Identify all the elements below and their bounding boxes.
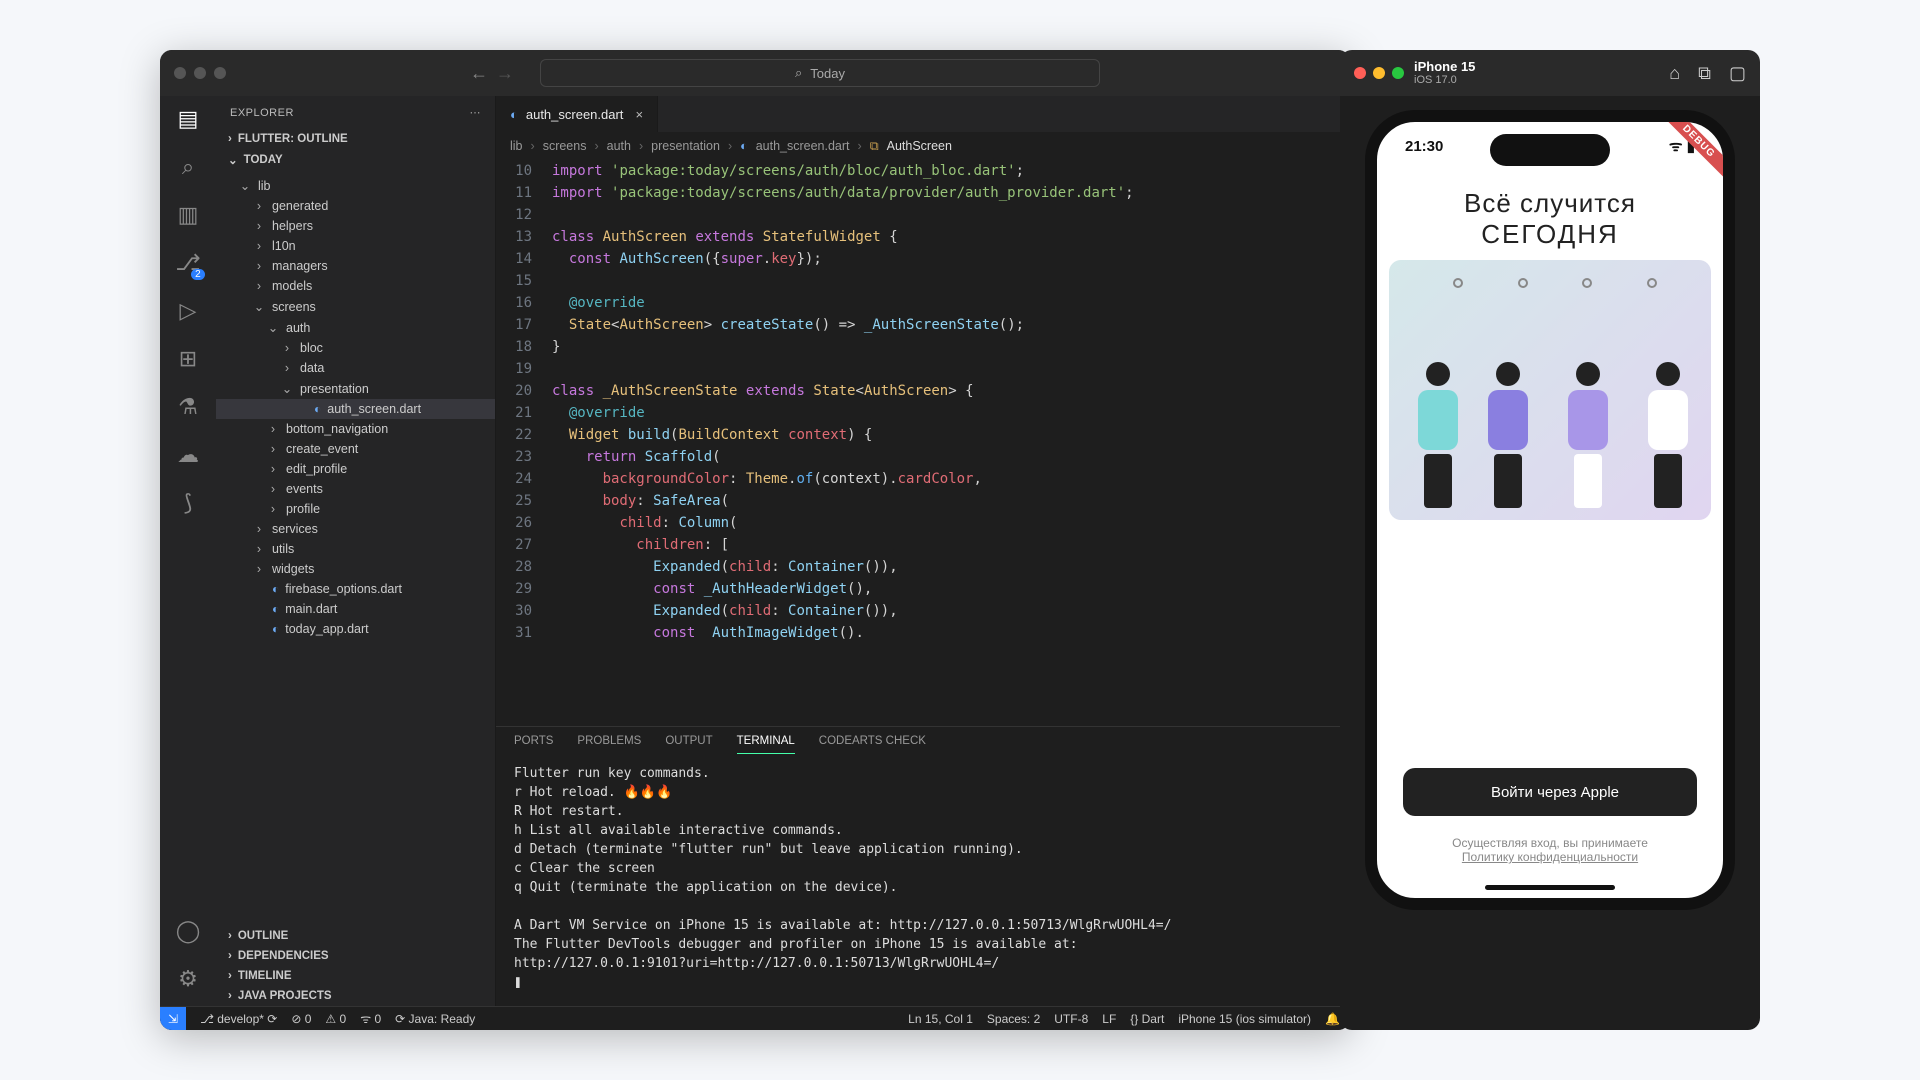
folder-item[interactable]: ›edit_profile <box>216 459 495 479</box>
home-indicator[interactable] <box>1485 885 1615 890</box>
back-icon[interactable]: ← <box>470 63 488 84</box>
warnings-indicator[interactable]: ⚠ 0 <box>325 1012 346 1026</box>
folder-item[interactable]: ›create_event <box>216 439 495 459</box>
encoding[interactable]: UTF-8 <box>1054 1012 1088 1026</box>
folder-item[interactable]: ›utils <box>216 539 495 559</box>
editor-area: ◐ auth_screen.dart × lib› screens› auth›… <box>496 96 1350 1006</box>
file-tree: ⌄lib›generated›helpers›l10n›managers›mod… <box>216 171 495 926</box>
folder-item[interactable]: ›data <box>216 358 495 378</box>
home-icon[interactable]: ⌂ <box>1669 63 1680 84</box>
extensions-icon[interactable]: ⊞ <box>179 346 197 372</box>
panel-tab-ports[interactable]: PORTS <box>514 735 553 754</box>
section-outline[interactable]: ›OUTLINE <box>216 926 495 946</box>
search-icon[interactable]: ⌕ <box>182 154 194 180</box>
java-status[interactable]: ⟳ Java: Ready <box>395 1012 475 1026</box>
indentation[interactable]: Spaces: 2 <box>987 1012 1040 1026</box>
language-mode[interactable]: {} Dart <box>1130 1012 1164 1026</box>
simulator-window: iPhone 15 iOS 17.0 ⌂ ⧉ ▢ DEBUG 21:30 ᯤ ▮… <box>1340 50 1760 1030</box>
folder-item[interactable]: ›services <box>216 519 495 539</box>
source-control-icon[interactable]: ⎇2 <box>175 250 200 276</box>
rotate-icon[interactable]: ▢ <box>1729 63 1746 84</box>
explorer-sidebar: EXPLORER ⋯ ›FLUTTER: OUTLINE ⌄TODAY ⌄lib… <box>216 96 496 1006</box>
file-item[interactable]: ◐today_app.dart <box>216 619 495 639</box>
section-flutter-outline[interactable]: ›FLUTTER: OUTLINE <box>216 129 495 149</box>
folder-item[interactable]: ›helpers <box>216 216 495 236</box>
traffic-lights[interactable] <box>1354 67 1404 79</box>
account-icon[interactable]: ◯ <box>176 918 201 944</box>
errors-indicator[interactable]: ⊘ 0 <box>291 1012 311 1026</box>
folder-item[interactable]: ›generated <box>216 196 495 216</box>
simulator-subtitle: iOS 17.0 <box>1414 74 1475 86</box>
close-icon[interactable]: × <box>635 107 643 122</box>
screenshot-icon[interactable]: ⧉ <box>1698 63 1711 84</box>
section-dependencies[interactable]: ›DEPENDENCIES <box>216 946 495 966</box>
device-selector[interactable]: iPhone 15 (ios simulator) <box>1178 1012 1311 1026</box>
book-icon[interactable]: ▥ <box>178 202 199 228</box>
command-center[interactable]: ⌕ Today <box>540 59 1100 87</box>
more-icon[interactable]: ⋯ <box>470 106 482 119</box>
folder-item[interactable]: ⌄auth <box>216 317 495 338</box>
section-today[interactable]: ⌄TODAY <box>216 149 495 171</box>
breadcrumb[interactable]: lib› screens› auth› presentation› ◐auth_… <box>496 132 1350 160</box>
traffic-lights[interactable] <box>174 67 226 79</box>
panel-tab-output[interactable]: OUTPUT <box>665 735 712 754</box>
forward-icon[interactable]: → <box>496 63 514 84</box>
hero-text: Всё случится СЕГОДНЯ <box>1377 170 1723 250</box>
file-item[interactable]: ◐auth_screen.dart <box>216 399 495 419</box>
cloud-icon[interactable]: ☁ <box>177 442 199 468</box>
simulator-title: iPhone 15 <box>1414 60 1475 74</box>
flutter-icon[interactable]: ⟆ <box>184 490 193 516</box>
radio-indicator[interactable]: ᯤ 0 <box>360 1010 381 1027</box>
editor-tabs: ◐ auth_screen.dart × <box>496 96 1350 132</box>
run-icon[interactable]: ▷ <box>180 298 197 324</box>
phone-frame: DEBUG 21:30 ᯤ ▮ Всё случится СЕГОДНЯ Вой… <box>1365 110 1735 910</box>
eol[interactable]: LF <box>1102 1012 1116 1026</box>
panel-tab-terminal[interactable]: TERMINAL <box>737 735 795 754</box>
folder-item[interactable]: ›l10n <box>216 236 495 256</box>
folder-item[interactable]: ›models <box>216 276 495 296</box>
bottom-panel: PORTS PROBLEMS OUTPUT TERMINAL CODEARTS CHEC… <box>496 726 1350 1006</box>
folder-item[interactable]: ›bloc <box>216 338 495 358</box>
file-item[interactable]: ◐main.dart <box>216 599 495 619</box>
folder-item[interactable]: ›managers <box>216 256 495 276</box>
titlebar: ← → ⌕ Today <box>160 50 1350 96</box>
section-java[interactable]: ›JAVA PROJECTS <box>216 986 495 1006</box>
dart-icon: ◐ <box>510 107 518 122</box>
panel-tab-problems[interactable]: PROBLEMS <box>577 735 641 754</box>
dynamic-island <box>1490 134 1610 166</box>
folder-item[interactable]: ⌄screens <box>216 296 495 317</box>
sidebar-title: EXPLORER <box>230 107 294 119</box>
file-item[interactable]: ◐firebase_options.dart <box>216 579 495 599</box>
search-icon: ⌕ <box>795 65 802 81</box>
activity-bar: ▤ ⌕ ▥ ⎇2 ▷ ⊞ ⚗ ☁ ⟆ ◯ ⚙ <box>160 96 216 1006</box>
section-timeline[interactable]: ›TIMELINE <box>216 966 495 986</box>
status-bar: ⇲ ⎇ develop* ⟳ ⊘ 0 ⚠ 0 ᯤ 0 ⟳ Java: Ready… <box>160 1006 1350 1030</box>
simulator-toolbar: iPhone 15 iOS 17.0 ⌂ ⧉ ▢ <box>1340 50 1760 96</box>
folder-item[interactable]: ›widgets <box>216 559 495 579</box>
folder-item[interactable]: ⌄presentation <box>216 378 495 399</box>
privacy-link[interactable]: Политику конфиденциальности <box>1377 850 1723 864</box>
folder-item[interactable]: ⌄lib <box>216 175 495 196</box>
branch-indicator[interactable]: ⎇ develop* ⟳ <box>200 1012 277 1026</box>
folder-item[interactable]: ›bottom_navigation <box>216 419 495 439</box>
sign-in-apple-button[interactable]: Войти через Apple <box>1403 768 1697 816</box>
explorer-icon[interactable]: ▤ <box>178 106 199 132</box>
testing-icon[interactable]: ⚗ <box>178 394 198 420</box>
bell-icon[interactable]: 🔔 <box>1325 1012 1340 1026</box>
folder-item[interactable]: ›profile <box>216 499 495 519</box>
code-editor[interactable]: 10 11 12 13 14 15 16 17 18 19 20 21 22 2… <box>496 160 1350 726</box>
remote-icon[interactable]: ⇲ <box>160 1007 186 1031</box>
settings-icon[interactable]: ⚙ <box>178 966 198 992</box>
folder-item[interactable]: ›events <box>216 479 495 499</box>
panel-tab-codearts-check[interactable]: CODEARTS CHECK <box>819 735 926 754</box>
terminal-output[interactable]: Flutter run key commands. r Hot reload. … <box>496 754 1350 1006</box>
ide-window: ← → ⌕ Today ▤ ⌕ ▥ ⎇2 ▷ ⊞ ⚗ ☁ ⟆ ◯ ⚙ <box>160 50 1350 1030</box>
tab-auth-screen[interactable]: ◐ auth_screen.dart × <box>496 96 658 132</box>
panel-tabs: PORTS PROBLEMS OUTPUT TERMINAL CODEARTS CHEC… <box>496 727 1350 754</box>
illustration <box>1389 260 1711 520</box>
cursor-position[interactable]: Ln 15, Col 1 <box>908 1012 973 1026</box>
